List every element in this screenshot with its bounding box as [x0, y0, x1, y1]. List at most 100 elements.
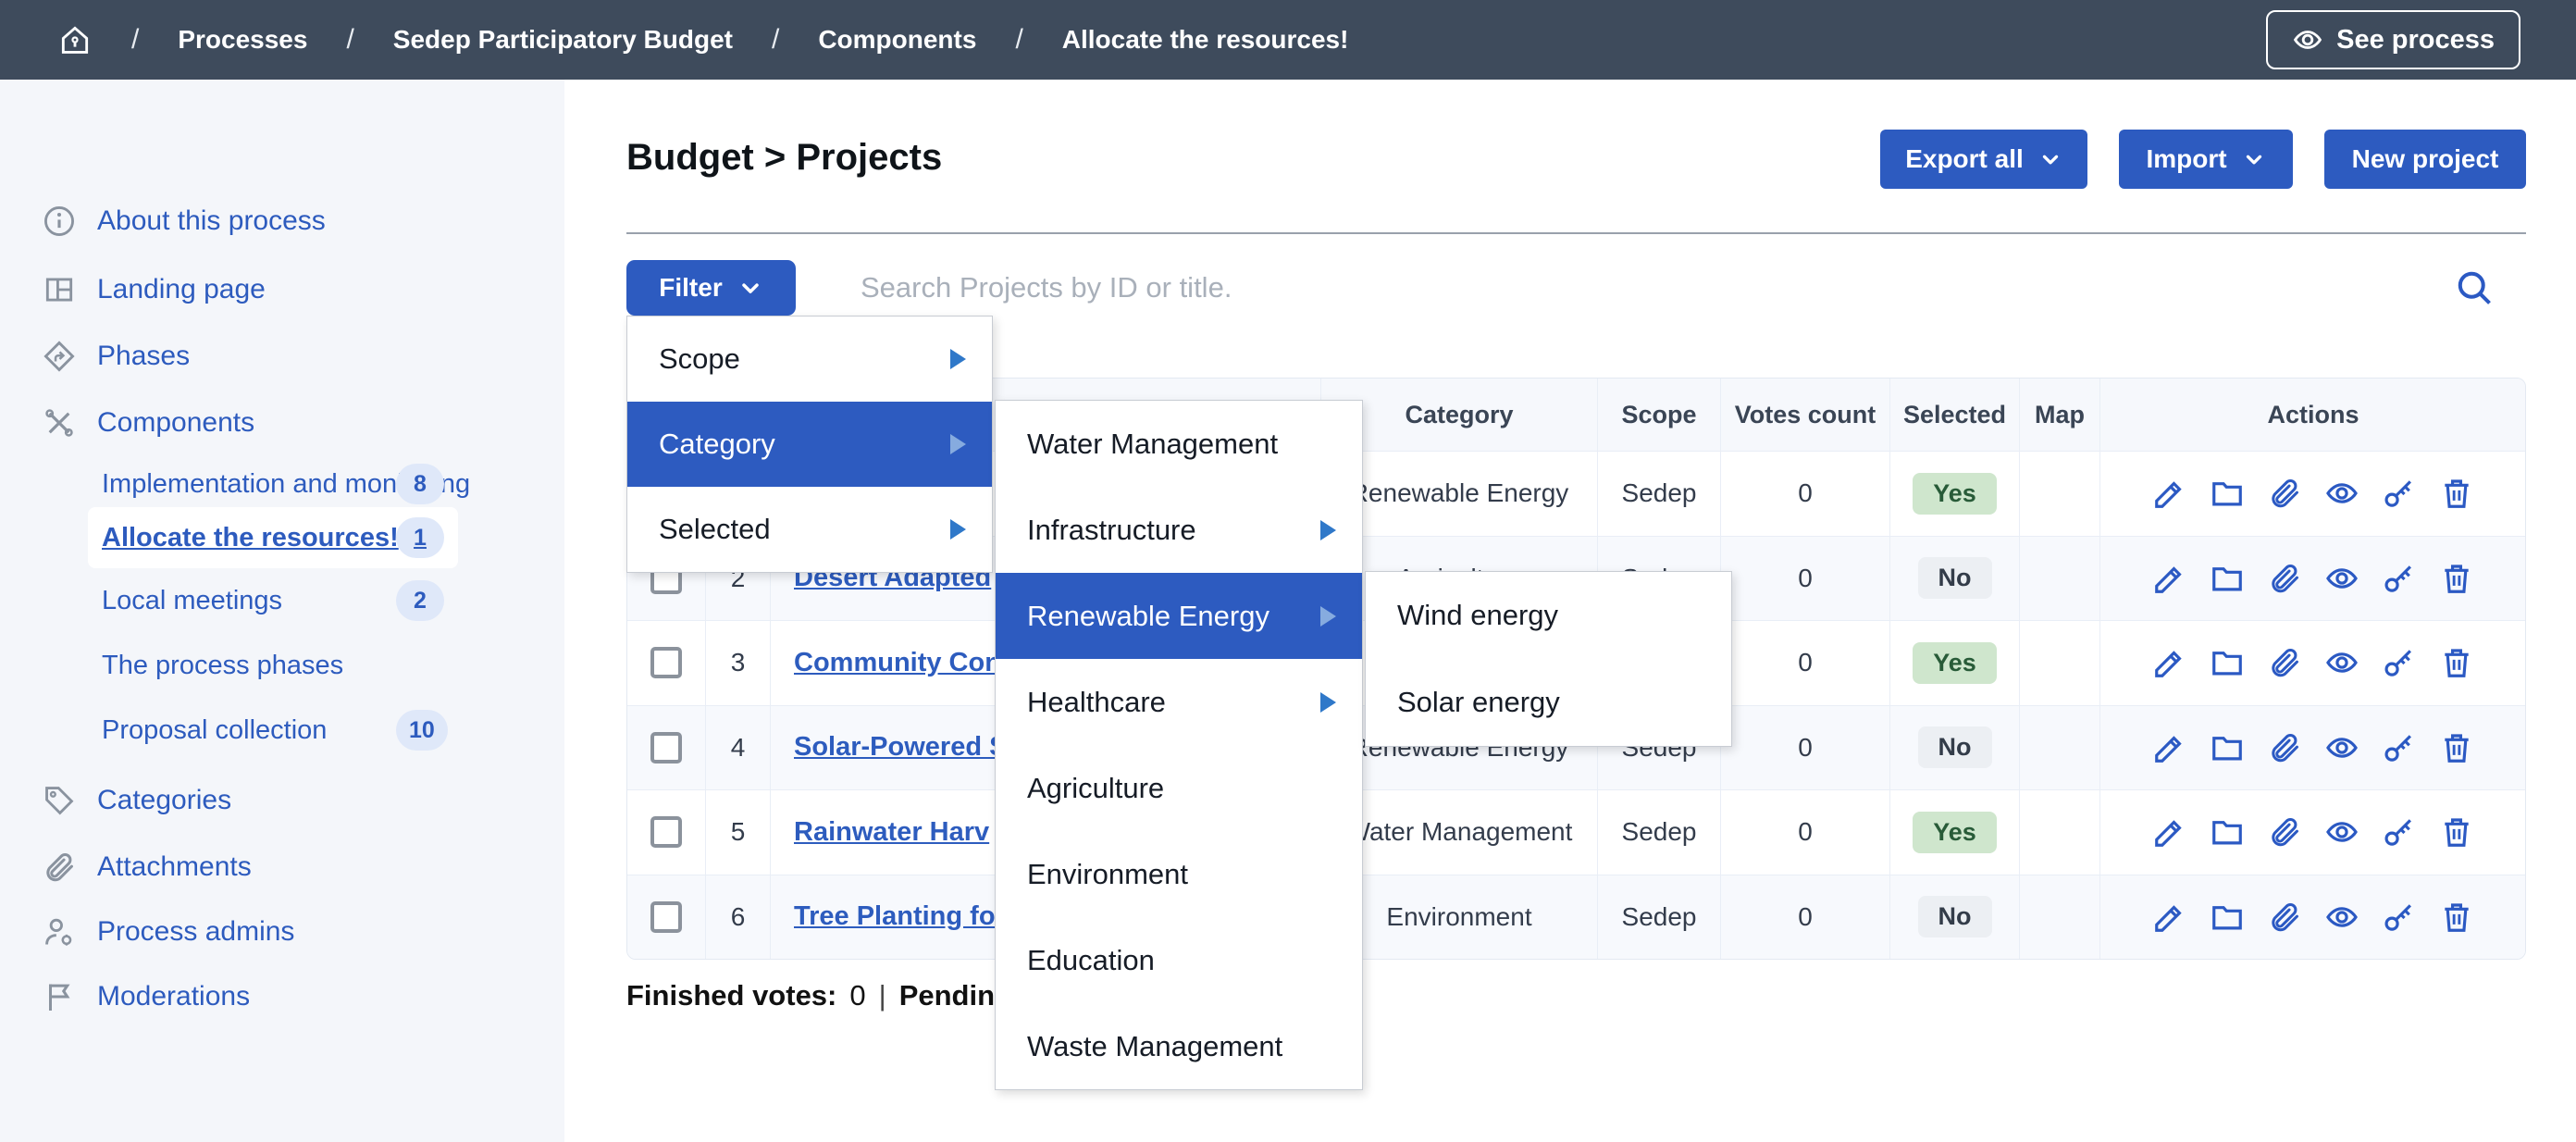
edit-icon[interactable]	[2152, 730, 2187, 765]
sidebar-item-label: Moderations	[97, 981, 250, 1012]
edit-icon[interactable]	[2152, 645, 2187, 680]
chevron-down-icon	[2242, 147, 2266, 171]
sidebar-item-local-meetings[interactable]: Local meetings	[102, 582, 282, 619]
sidebar-item-categories[interactable]: Categories	[42, 782, 231, 819]
project-title-link[interactable]: Solar-Powered S	[794, 732, 1007, 763]
project-map-cell	[2020, 621, 2100, 705]
breadcrumb-components[interactable]: Components	[818, 25, 976, 55]
project-title-link[interactable]: Tree Planting fo	[794, 901, 996, 932]
preview-eye-icon[interactable]	[2324, 814, 2359, 850]
attachments-icon[interactable]	[2267, 900, 2302, 935]
attachments-icon[interactable]	[2267, 476, 2302, 511]
row-checkbox[interactable]	[650, 732, 682, 763]
preview-eye-icon[interactable]	[2324, 476, 2359, 511]
edit-icon[interactable]	[2152, 476, 2187, 511]
breadcrumb-separator: /	[131, 24, 139, 56]
subcategory-item-solar-energy[interactable]: Solar energy	[1366, 659, 1731, 746]
header-map: Map	[2020, 379, 2100, 451]
filter-menu-item-category[interactable]: Category	[627, 402, 992, 487]
sidebar-item-landing-page[interactable]: Landing page	[42, 271, 266, 308]
project-votes-count: 0	[1721, 537, 1890, 621]
sidebar-item-attachments[interactable]: Attachments	[42, 849, 252, 886]
row-checkbox[interactable]	[650, 647, 682, 678]
count-badge: 2	[396, 580, 444, 621]
category-item-renewable-energy[interactable]: Renewable Energy	[996, 573, 1362, 659]
attachments-icon[interactable]	[2267, 561, 2302, 596]
key-icon[interactable]	[2382, 476, 2417, 511]
key-icon[interactable]	[2382, 645, 2417, 680]
layout-grid-icon	[42, 272, 77, 307]
project-title-link[interactable]: Rainwater Harv	[794, 817, 989, 848]
project-map-cell	[2020, 875, 2100, 960]
delete-trash-icon[interactable]	[2439, 730, 2474, 765]
category-item-agriculture[interactable]: Agriculture	[996, 745, 1362, 831]
attachments-icon[interactable]	[2267, 645, 2302, 680]
sidebar-item-allocate-resources[interactable]: Allocate the resources!	[102, 519, 399, 556]
import-button[interactable]: Import	[2119, 130, 2293, 189]
delete-trash-icon[interactable]	[2439, 814, 2474, 850]
folder-icon[interactable]	[2210, 814, 2245, 850]
search-input[interactable]	[861, 260, 2387, 316]
sidebar-item-moderations[interactable]: Moderations	[42, 978, 250, 1015]
folder-icon[interactable]	[2210, 645, 2245, 680]
filter-button[interactable]: Filter	[626, 260, 796, 316]
preview-eye-icon[interactable]	[2324, 561, 2359, 596]
delete-trash-icon[interactable]	[2439, 561, 2474, 596]
delete-trash-icon[interactable]	[2439, 645, 2474, 680]
sidebar-subitem-label: Proposal collection	[102, 715, 327, 746]
row-checkbox[interactable]	[650, 901, 682, 933]
category-item-water-management[interactable]: Water Management	[996, 401, 1362, 487]
delete-trash-icon[interactable]	[2439, 900, 2474, 935]
edit-icon[interactable]	[2152, 561, 2187, 596]
sidebar-item-about[interactable]: About this process	[42, 203, 326, 240]
breadcrumb-current[interactable]: Allocate the resources!	[1062, 25, 1349, 55]
folder-icon[interactable]	[2210, 561, 2245, 596]
edit-icon[interactable]	[2152, 900, 2187, 935]
folder-icon[interactable]	[2210, 730, 2245, 765]
new-project-button[interactable]: New project	[2324, 130, 2526, 189]
preview-eye-icon[interactable]	[2324, 900, 2359, 935]
breadcrumb-separator: /	[1015, 24, 1022, 56]
category-item-infrastructure[interactable]: Infrastructure	[996, 487, 1362, 573]
filter-menu-item-scope[interactable]: Scope	[627, 317, 992, 402]
sidebar-item-proposal-collection[interactable]: Proposal collection	[102, 712, 327, 749]
menu-item-label: Water Management	[1027, 428, 1278, 461]
category-item-education[interactable]: Education	[996, 917, 1362, 1003]
edit-icon[interactable]	[2152, 814, 2187, 850]
subcategory-item-wind-energy[interactable]: Wind energy	[1366, 572, 1731, 659]
category-item-waste-management[interactable]: Waste Management	[996, 1003, 1362, 1089]
key-icon[interactable]	[2382, 561, 2417, 596]
sidebar-item-components[interactable]: Components	[42, 404, 254, 441]
attachments-icon[interactable]	[2267, 814, 2302, 850]
breadcrumb-process-name[interactable]: Sedep Participatory Budget	[393, 25, 733, 55]
breadcrumb-processes[interactable]: Processes	[178, 25, 307, 55]
key-icon[interactable]	[2382, 730, 2417, 765]
folder-icon[interactable]	[2210, 476, 2245, 511]
category-item-environment[interactable]: Environment	[996, 831, 1362, 917]
count-badge: 8	[396, 464, 444, 504]
key-icon[interactable]	[2382, 900, 2417, 935]
sidebar-item-label: Phases	[97, 341, 190, 372]
row-checkbox[interactable]	[650, 816, 682, 848]
preview-eye-icon[interactable]	[2324, 645, 2359, 680]
preview-eye-icon[interactable]	[2324, 730, 2359, 765]
sidebar-subitem-label: The process phases	[102, 651, 343, 681]
key-icon[interactable]	[2382, 814, 2417, 850]
sidebar-item-process-phases[interactable]: The process phases	[102, 647, 343, 684]
folder-icon[interactable]	[2210, 900, 2245, 935]
attachments-icon[interactable]	[2267, 730, 2302, 765]
search-icon[interactable]	[2454, 265, 2500, 311]
see-process-button[interactable]: See process	[2266, 10, 2520, 69]
project-id: 5	[706, 790, 771, 875]
project-title-link[interactable]: Community Con	[794, 648, 1001, 678]
sidebar-item-phases[interactable]: Phases	[42, 338, 190, 375]
category-item-healthcare[interactable]: Healthcare	[996, 659, 1362, 745]
delete-trash-icon[interactable]	[2439, 476, 2474, 511]
selected-badge: No	[1918, 896, 1992, 937]
sidebar-item-process-admins[interactable]: Process admins	[42, 913, 294, 950]
export-all-button[interactable]: Export all	[1880, 130, 2087, 189]
filter-menu-item-selected[interactable]: Selected	[627, 487, 992, 572]
tools-icon	[42, 405, 77, 441]
menu-item-label: Selected	[659, 513, 771, 546]
home-icon[interactable]	[57, 22, 93, 57]
